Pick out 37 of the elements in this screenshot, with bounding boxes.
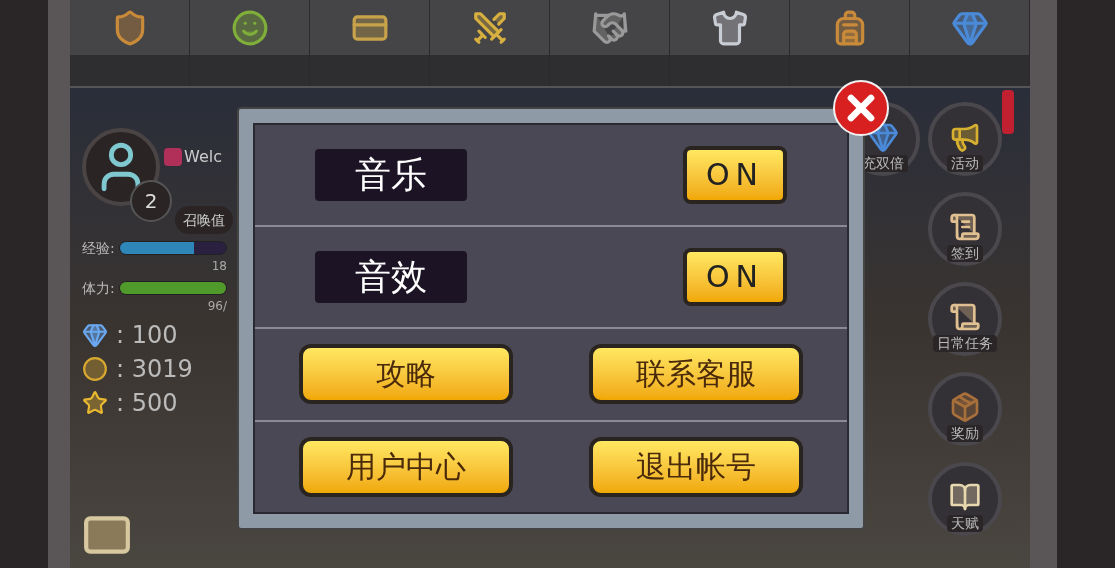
summon-value-label: 召唤值 <box>175 206 233 234</box>
currency-amount: : 500 <box>116 391 178 415</box>
menu-button[interactable]: 攻略 <box>299 344 513 405</box>
stat-reading: 18 <box>211 258 227 274</box>
side-menu-button[interactable]: 奖励 <box>928 372 1002 446</box>
toggle-button[interactable]: ON <box>683 146 787 204</box>
toolbar-tab[interactable] <box>310 0 430 86</box>
toolbar-tab[interactable] <box>70 0 190 86</box>
player-name: Welc <box>184 149 222 165</box>
face-icon <box>230 8 269 47</box>
shirt-icon <box>710 8 749 47</box>
side-menu-button[interactable]: 天赋 <box>928 462 1002 536</box>
setting-label: 音乐 <box>315 149 467 201</box>
currency-amount: : 3019 <box>116 357 193 381</box>
menu-button[interactable]: 联系客服 <box>589 344 803 405</box>
toolbar-tab[interactable] <box>190 0 310 86</box>
menu-button[interactable]: 退出帐号 <box>589 436 803 497</box>
side-menu-button[interactable]: 签到 <box>928 192 1002 266</box>
coin-icon <box>82 356 108 382</box>
gem-icon <box>82 322 108 348</box>
stat-label: 经验: <box>82 239 115 258</box>
side-menu-button[interactable]: 日常任务 <box>928 282 1002 356</box>
currency-amount: : 100 <box>116 323 178 347</box>
toolbar-tab[interactable] <box>910 0 1030 86</box>
side-menu-button[interactable]: 活动 <box>928 102 1002 176</box>
level-badge: 2 <box>130 180 172 222</box>
star-icon <box>82 390 108 416</box>
toolbar-tab[interactable] <box>430 0 550 86</box>
toolbar-tab[interactable] <box>550 0 670 86</box>
stat-label: 体力: <box>82 279 115 298</box>
setting-label: 音效 <box>315 251 467 303</box>
menu-button[interactable]: 用户中心 <box>299 436 513 497</box>
stat-reading: 96/ <box>207 298 227 314</box>
toolbar-tab[interactable] <box>790 0 910 86</box>
chest-icon <box>949 390 981 423</box>
toggle-button[interactable]: ON <box>683 248 787 306</box>
toolbar-tab[interactable] <box>670 0 790 86</box>
